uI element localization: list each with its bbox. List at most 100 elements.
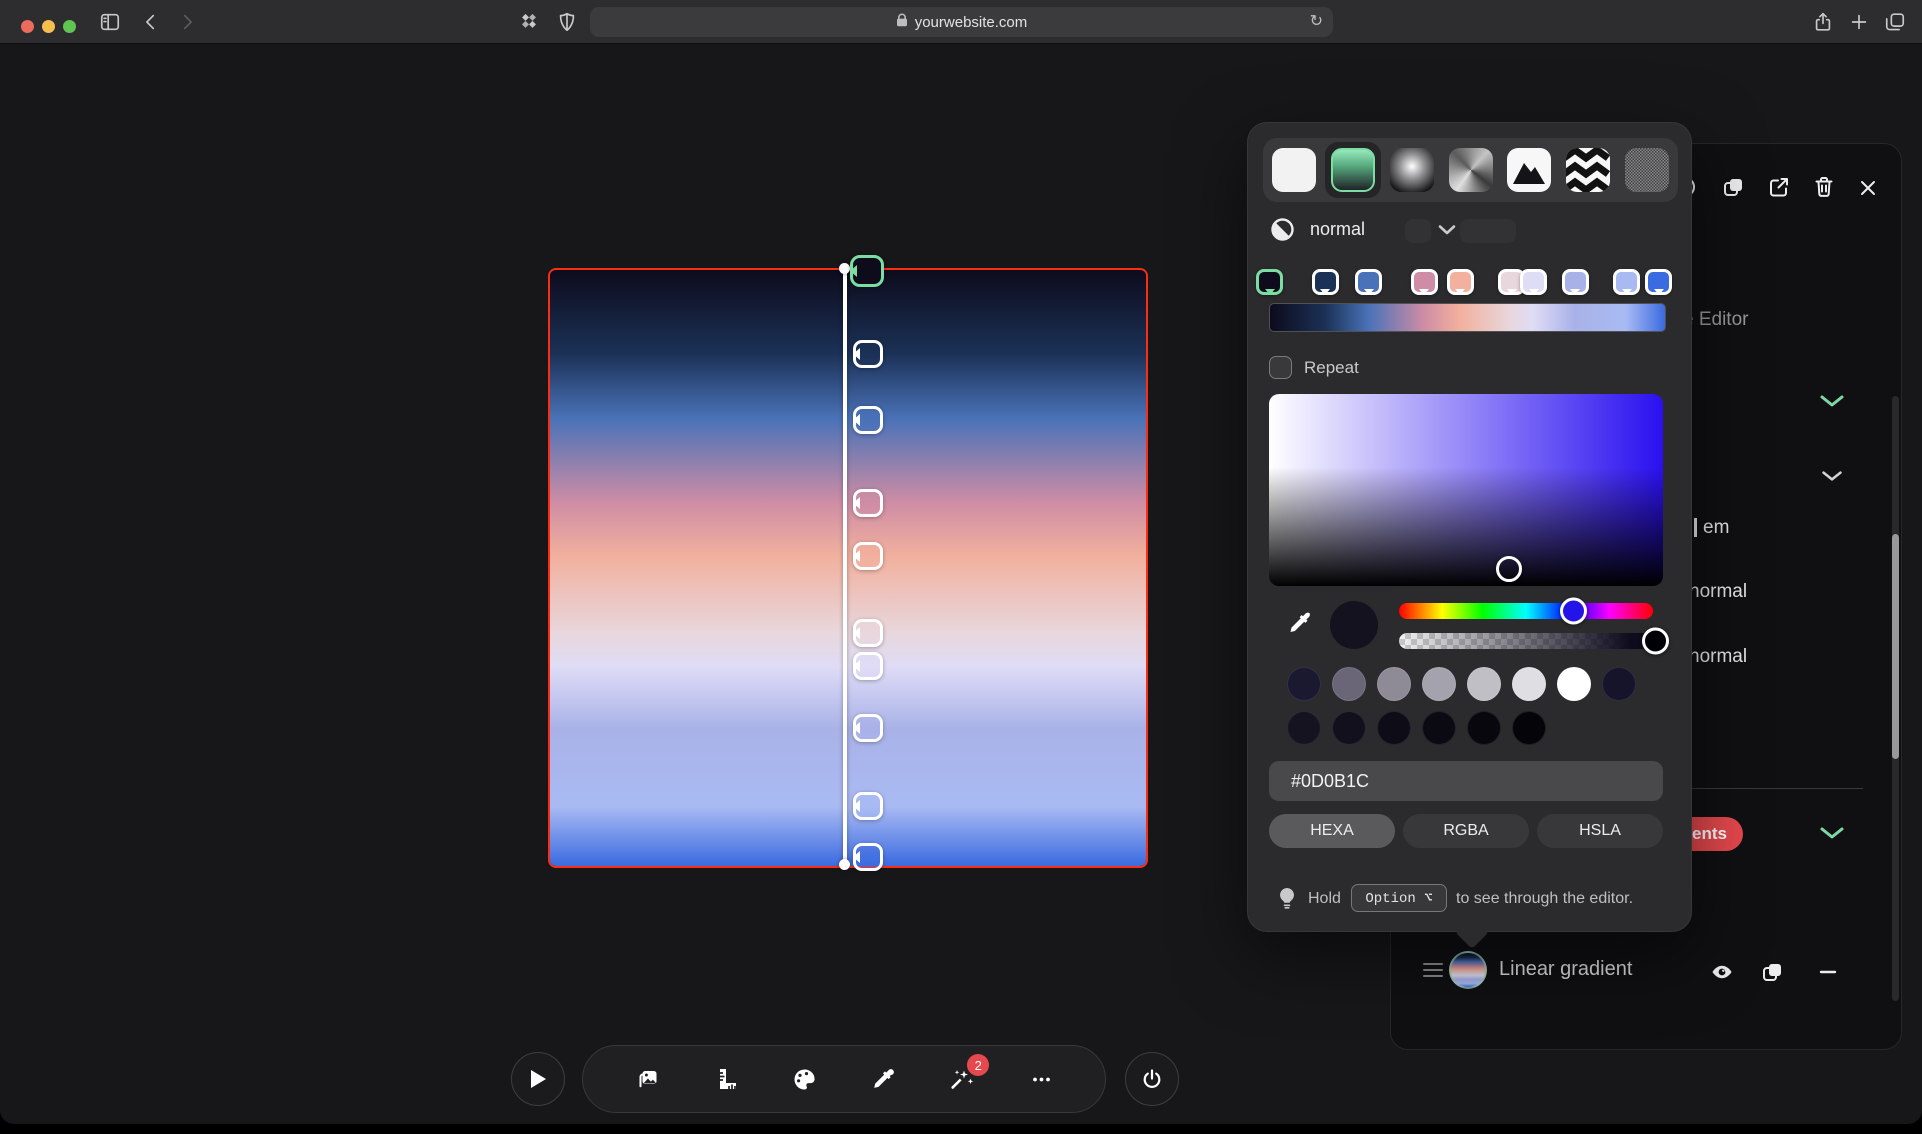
alpha-slider-handle[interactable] [1642,627,1670,655]
color-swatch-#a4a2ac[interactable] [1422,667,1456,701]
eyedropper-icon[interactable] [1286,609,1314,637]
color-swatch-#ffffff[interactable] [1557,667,1591,701]
canvas-gradient-stop-7[interactable] [853,714,883,743]
forward-button[interactable] [176,11,198,33]
saturation-value-area[interactable] [1269,394,1663,586]
conic-gradient-swatch-icon [1448,148,1493,192]
minimize-window-button[interactable] [42,20,55,33]
magic-wand-tool-icon[interactable]: 2 [947,1054,990,1094]
gradient-stop-0[interactable] [1256,269,1283,295]
color-swatch-#16142b[interactable] [1602,667,1636,701]
gradient-stop-1[interactable] [1311,269,1339,295]
fill-type-solid[interactable] [1266,142,1322,198]
reload-icon[interactable]: ↻ [1310,11,1323,31]
tab-overview-icon[interactable] [1884,11,1906,33]
canvas-gradient-stop-1[interactable] [853,340,883,369]
gradient-layer-row[interactable]: Linear gradient [1391,949,1903,993]
repeat-checkbox[interactable] [1269,356,1292,379]
extensions-icon[interactable] [518,11,540,33]
property-value-2: normal [1689,646,1748,667]
gradient-stop-3[interactable] [1410,269,1438,295]
gradient-stop-4[interactable] [1446,269,1474,295]
color-swatch-#8e8b97[interactable] [1377,667,1411,701]
format-rgba-button[interactable]: RGBA [1403,814,1529,848]
color-swatch-#6a6678[interactable] [1332,667,1366,701]
color-swatch-#12101c[interactable] [1332,711,1366,745]
panel-scrollbar[interactable] [1892,396,1899,1001]
color-area-cursor[interactable] [1496,556,1522,582]
drag-handle-icon[interactable] [1421,959,1445,981]
canvas-gradient-stop-2[interactable] [853,405,883,434]
gradient-stop-6[interactable] [1520,269,1547,295]
fill-type-radial-gradient[interactable] [1384,142,1440,198]
open-external-icon[interactable] [1767,175,1791,199]
gradient-layer-thumbnail[interactable] [1449,951,1487,989]
color-swatch-#08070e[interactable] [1467,711,1501,745]
canvas-gradient-stop-8[interactable] [853,791,883,820]
canvas-gradient-stop-5[interactable] [853,619,883,648]
row-chevron-icon[interactable] [1821,469,1843,481]
blend-mode-dropdown-chevron-icon[interactable] [1438,223,1456,235]
noise-swatch-icon [1625,148,1670,192]
hue-slider[interactable] [1399,597,1653,625]
gradient-stop-2[interactable] [1355,269,1383,295]
images-tool-icon[interactable] [632,1064,662,1094]
duplicate-icon[interactable] [1721,175,1745,199]
zoom-window-button[interactable] [63,20,76,33]
canvas-gradient-stop-6[interactable] [853,652,883,680]
play-button[interactable] [511,1052,565,1106]
back-button[interactable] [140,11,162,33]
panel-title-partial: e Editor [1683,309,1749,330]
canvas-gradient-stop-9[interactable] [853,842,883,871]
format-hexa-button[interactable]: HEXA [1269,814,1395,848]
close-icon[interactable] [1856,176,1880,200]
scrollbar-thumb[interactable] [1892,534,1899,759]
power-button[interactable] [1125,1052,1179,1106]
section-collapse-chevron-icon[interactable] [1819,394,1845,408]
hue-slider-handle[interactable] [1559,597,1587,625]
color-swatch-#0e0c17[interactable] [1377,711,1411,745]
property-value-1: normal [1689,581,1748,602]
share-icon[interactable] [1812,11,1834,33]
gradient-preview-bar[interactable] [1269,303,1666,332]
fill-type-linear-gradient[interactable] [1324,142,1381,198]
alpha-slider[interactable] [1399,627,1670,655]
color-swatch-#050409[interactable] [1512,711,1546,745]
fill-type-image[interactable] [1501,142,1557,198]
format-hsla-button[interactable]: HSLA [1537,814,1663,848]
sidebar-toggle-icon[interactable] [99,11,121,33]
address-bar[interactable]: yourwebsite.com ↻ [590,7,1333,37]
gradient-axis-line[interactable] [843,269,847,865]
browser-toolbar: yourwebsite.com ↻ [0,0,1922,44]
more-options-icon[interactable] [1026,1064,1056,1094]
canvas-gradient-stop-4[interactable] [853,542,883,571]
visibility-eye-icon[interactable] [1710,960,1734,984]
gradient-stop-8[interactable] [1613,269,1641,295]
fill-type-noise[interactable] [1619,142,1675,198]
color-swatch-#15131f[interactable] [1287,711,1321,745]
color-swatch-#1b1930[interactable] [1287,667,1321,701]
color-swatch-#dfdfe3[interactable] [1512,667,1546,701]
new-tab-icon[interactable] [1848,11,1870,33]
canvas-gradient-stop-0[interactable] [850,255,884,287]
color-swatch-#c0bfc6[interactable] [1467,667,1501,701]
delete-icon[interactable] [1812,175,1836,199]
duplicate-layer-icon[interactable] [1760,960,1784,984]
palette-tool-icon[interactable] [790,1064,820,1094]
remove-layer-icon[interactable] [1816,960,1840,984]
blend-mode-value[interactable]: normal [1310,219,1365,240]
close-window-button[interactable] [21,20,34,33]
canvas-gradient-stop-3[interactable] [853,488,883,517]
measure-tool-icon[interactable] [711,1064,741,1094]
gradient-stop-7[interactable] [1561,269,1589,295]
privacy-shield-icon[interactable] [556,11,578,33]
hex-color-input[interactable] [1269,761,1663,801]
url-text: yourwebsite.com [914,13,1028,31]
color-swatch-#0b0a13[interactable] [1422,711,1456,745]
gradient-stop-9[interactable] [1645,269,1673,295]
disabled-control [1405,219,1431,243]
fill-type-conic-gradient[interactable] [1443,142,1499,198]
fill-type-pattern[interactable] [1560,142,1616,198]
gradients-section-chevron-icon[interactable] [1819,826,1845,840]
eyedropper-tool-icon[interactable] [868,1064,898,1094]
